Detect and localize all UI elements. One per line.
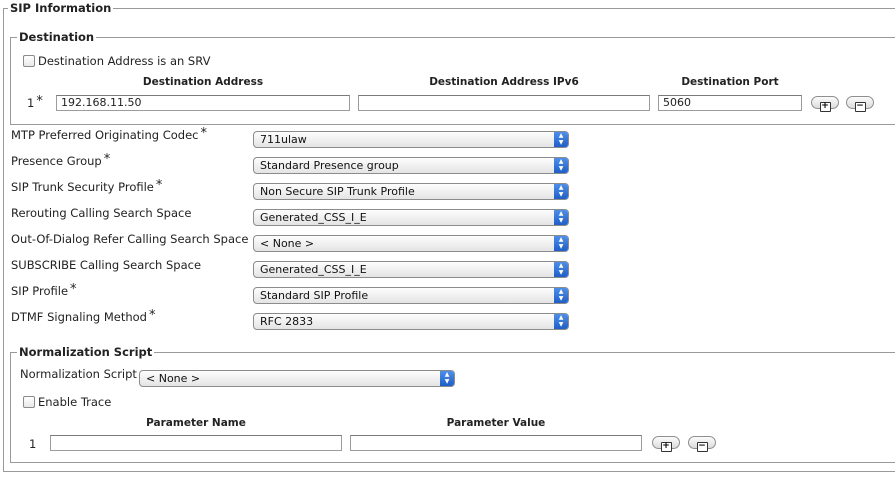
select-value: 711ulaw (260, 133, 307, 146)
required-mark: * (36, 94, 43, 109)
label-sip-profile: SIP Profile * (11, 282, 77, 299)
select-sip-profile[interactable]: Standard SIP Profile ▲ ▼ (253, 287, 569, 304)
label-text: Out-Of-Dialog Refer Calling Search Space (11, 232, 249, 246)
select-normalization-script[interactable]: < None > ▲ ▼ (139, 370, 455, 387)
label-mtp-codec: MTP Preferred Originating Codec * (11, 126, 208, 143)
up-down-arrows-icon: ▲ ▼ (554, 132, 568, 147)
select-value: Generated_CSS_I_E (260, 211, 367, 224)
add-parameter-button[interactable]: + (652, 436, 680, 452)
select-sip-trunk-security-profile[interactable]: Non Secure SIP Trunk Profile ▲ ▼ (253, 183, 569, 200)
required-mark: * (148, 308, 156, 323)
srv-checkbox[interactable] (23, 55, 35, 67)
required-mark: * (200, 126, 208, 141)
header-destination-ipv6: Destination Address IPv6 (429, 76, 579, 88)
enable-trace-checkbox[interactable] (23, 396, 35, 408)
required-mark: * (155, 178, 163, 193)
label-text: SIP Trunk Security Profile (11, 180, 154, 194)
select-mtp-codec[interactable]: 711ulaw ▲ ▼ (253, 131, 569, 148)
remove-destination-button[interactable]: − (846, 96, 874, 112)
up-down-arrows-icon: ▲ ▼ (554, 184, 568, 199)
label-text: SUBSCRIBE Calling Search Space (11, 258, 202, 272)
label-dtmf-signaling-method: DTMF Signaling Method * (11, 308, 156, 325)
parameter-row-index: 1 (29, 437, 37, 451)
required-mark: * (70, 282, 77, 297)
header-destination-address: Destination Address (142, 76, 264, 88)
label-sip-trunk-security-profile: SIP Trunk Security Profile * (11, 178, 163, 195)
label-rerouting-css: Rerouting Calling Search Space (11, 206, 193, 221)
select-out-of-dialog-refer-css[interactable]: < None > ▲ ▼ (253, 235, 569, 252)
destination-address-input[interactable]: 192.168.11.50 (56, 95, 350, 111)
select-value: < None > (260, 237, 315, 250)
up-down-arrows-icon: ▲ ▼ (554, 314, 568, 329)
minus-icon: − (854, 101, 866, 112)
label-subscribe-css: SUBSCRIBE Calling Search Space (11, 258, 203, 273)
up-down-arrows-icon: ▲ ▼ (554, 236, 568, 251)
select-subscribe-css[interactable]: Generated_CSS_I_E ▲ ▼ (253, 261, 569, 278)
select-value: Standard SIP Profile (260, 289, 369, 302)
select-value: Non Secure SIP Trunk Profile (260, 185, 415, 198)
destination-legend: Destination (17, 30, 97, 44)
label-text: DTMF Signaling Method (11, 310, 147, 324)
normalization-script-legend: Normalization Script (17, 345, 155, 359)
label-text: Presence Group (11, 154, 102, 168)
plus-icon: + (819, 101, 831, 112)
label-text: MTP Preferred Originating Codec (11, 128, 199, 142)
select-rerouting-css[interactable]: Generated_CSS_I_E ▲ ▼ (253, 209, 569, 226)
remove-parameter-button[interactable]: − (688, 436, 716, 452)
up-down-arrows-icon: ▲ ▼ (440, 371, 454, 386)
label-normalization-script: Normalization Script (20, 367, 137, 381)
header-parameter-name: Parameter Name (146, 417, 246, 429)
destination-ipv6-input[interactable] (358, 95, 650, 111)
label-text: SIP Profile (11, 284, 69, 298)
label-presence-group: Presence Group * (11, 152, 111, 169)
row-index-text: 1 (27, 96, 35, 110)
select-presence-group[interactable]: Standard Presence group ▲ ▼ (253, 157, 569, 174)
up-down-arrows-icon: ▲ ▼ (554, 158, 568, 173)
header-parameter-value: Parameter Value (446, 417, 546, 429)
select-value: < None > (146, 372, 201, 385)
srv-checkbox-label: Destination Address is an SRV (38, 54, 211, 68)
up-down-arrows-icon: ▲ ▼ (554, 262, 568, 277)
select-value: Standard Presence group (260, 159, 399, 172)
destination-row-index: 1 * (27, 94, 43, 111)
sip-information-legend: SIP Information (8, 1, 114, 15)
select-dtmf-signaling-method[interactable]: RFC 2833 ▲ ▼ (253, 313, 569, 330)
label-out-of-dialog-refer-css: Out-Of-Dialog Refer Calling Search Space (11, 232, 250, 247)
destination-port-input[interactable]: 5060 (658, 95, 802, 111)
minus-icon: − (696, 441, 708, 452)
plus-icon: + (660, 441, 672, 452)
add-destination-button[interactable]: + (811, 96, 839, 112)
up-down-arrows-icon: ▲ ▼ (554, 288, 568, 303)
label-text: Rerouting Calling Search Space (11, 206, 192, 220)
required-mark: * (103, 152, 111, 167)
enable-trace-label: Enable Trace (38, 395, 112, 409)
up-down-arrows-icon: ▲ ▼ (554, 210, 568, 225)
select-value: RFC 2833 (260, 315, 314, 328)
parameter-name-input[interactable] (50, 435, 342, 451)
select-value: Generated_CSS_I_E (260, 263, 367, 276)
parameter-value-input[interactable] (350, 435, 642, 451)
header-destination-port: Destination Port (681, 76, 779, 88)
